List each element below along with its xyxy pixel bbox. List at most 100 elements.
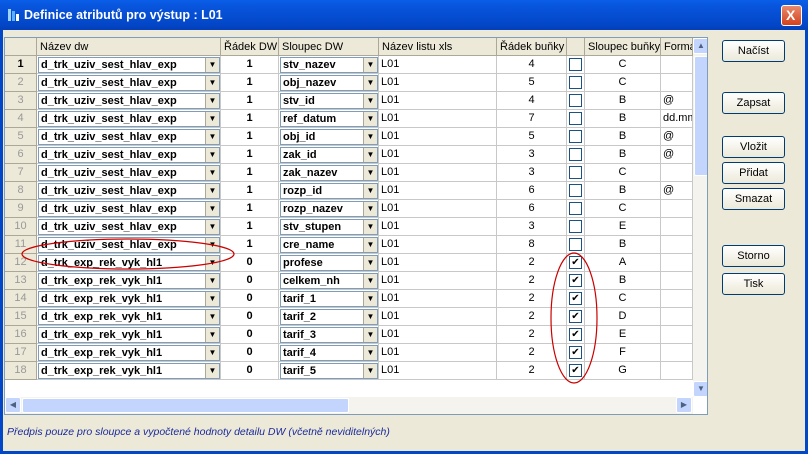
cell-column-cell[interactable]: B [585,92,661,110]
column-dw-combo[interactable]: tarif_3 ▼ [280,327,378,343]
format-cell[interactable] [661,272,693,290]
format-cell[interactable] [661,200,693,218]
row-dw-cell[interactable]: 1 [221,236,279,254]
row-checkbox[interactable] [569,238,582,251]
cell-row-cell[interactable]: 2 [497,362,567,380]
row-checkbox[interactable] [569,202,582,215]
cell-column-cell[interactable]: F [585,344,661,362]
column-dw-combo[interactable]: rozp_nazev ▼ [280,201,378,217]
dw-name-combo[interactable]: d_trk_uziv_sest_hlav_exp ▼ [38,165,220,181]
column-dw-combo[interactable]: tarif_4 ▼ [280,345,378,361]
dropdown-arrow-icon[interactable]: ▼ [363,310,377,324]
sheet-name-cell[interactable]: L01 [379,56,497,74]
row-dw-cell[interactable]: 0 [221,272,279,290]
header-sloupec-bunky[interactable]: Sloupec buňky [585,38,661,56]
dw-name-combo[interactable]: d_trk_uziv_sest_hlav_exp ▼ [38,237,220,253]
dropdown-arrow-icon[interactable]: ▼ [363,328,377,342]
column-dw-combo[interactable]: obj_id ▼ [280,129,378,145]
load-button[interactable]: Načíst [722,40,785,62]
row-dw-cell[interactable]: 0 [221,344,279,362]
format-cell[interactable] [661,308,693,326]
header-check[interactable] [567,38,585,56]
scroll-up-icon[interactable]: ▲ [693,38,707,54]
insert-button[interactable]: Vložit [722,136,785,158]
row-dw-cell[interactable]: 1 [221,200,279,218]
write-button[interactable]: Zapsat [722,92,785,114]
format-cell[interactable] [661,362,693,380]
sheet-name-cell[interactable]: L01 [379,110,497,128]
sheet-name-cell[interactable]: L01 [379,272,497,290]
format-cell[interactable] [661,164,693,182]
close-button[interactable]: X [781,5,802,26]
cell-row-cell[interactable]: 3 [497,146,567,164]
row-number[interactable]: 17 [5,344,37,362]
sheet-name-cell[interactable]: L01 [379,236,497,254]
format-cell[interactable]: dd.mm [661,110,693,128]
header-sloupec-dw[interactable]: Sloupec DW [279,38,379,56]
row-checkbox[interactable]: ✔ [569,328,582,341]
row-number[interactable]: 15 [5,308,37,326]
dropdown-arrow-icon[interactable]: ▼ [205,76,219,90]
column-dw-combo[interactable]: zak_nazev ▼ [280,165,378,181]
dropdown-arrow-icon[interactable]: ▼ [363,256,377,270]
dropdown-arrow-icon[interactable]: ▼ [363,94,377,108]
dropdown-arrow-icon[interactable]: ▼ [363,184,377,198]
dropdown-arrow-icon[interactable]: ▼ [205,256,219,270]
dw-name-combo[interactable]: d_trk_uziv_sest_hlav_exp ▼ [38,183,220,199]
row-dw-cell[interactable]: 0 [221,362,279,380]
dropdown-arrow-icon[interactable]: ▼ [363,202,377,216]
dropdown-arrow-icon[interactable]: ▼ [363,274,377,288]
row-dw-cell[interactable]: 1 [221,92,279,110]
row-number[interactable]: 11 [5,236,37,254]
row-checkbox[interactable] [569,220,582,233]
row-dw-cell[interactable]: 1 [221,182,279,200]
horizontal-scroll-thumb[interactable] [22,398,349,413]
delete-button[interactable]: Smazat [722,188,785,210]
dropdown-arrow-icon[interactable]: ▼ [363,346,377,360]
column-dw-combo[interactable]: tarif_2 ▼ [280,309,378,325]
cell-row-cell[interactable]: 2 [497,344,567,362]
column-dw-combo[interactable]: stv_stupen ▼ [280,219,378,235]
row-checkbox[interactable] [569,112,582,125]
dropdown-arrow-icon[interactable]: ▼ [205,274,219,288]
dw-name-combo[interactable]: d_trk_exp_rek_vyk_hl1 ▼ [38,363,220,379]
column-dw-combo[interactable]: rozp_id ▼ [280,183,378,199]
cell-row-cell[interactable]: 5 [497,128,567,146]
cell-column-cell[interactable]: C [585,290,661,308]
cell-row-cell[interactable]: 5 [497,74,567,92]
cell-row-cell[interactable]: 6 [497,182,567,200]
dw-name-combo[interactable]: d_trk_exp_rek_vyk_hl1 ▼ [38,291,220,307]
header-nazev-dw[interactable]: Název dw [37,38,221,56]
dw-name-combo[interactable]: d_trk_exp_rek_vyk_hl1 ▼ [38,309,220,325]
sheet-name-cell[interactable]: L01 [379,128,497,146]
dw-name-combo[interactable]: d_trk_uziv_sest_hlav_exp ▼ [38,75,220,91]
cell-row-cell[interactable]: 4 [497,56,567,74]
format-cell[interactable] [661,74,693,92]
dropdown-arrow-icon[interactable]: ▼ [363,130,377,144]
column-dw-combo[interactable]: profese ▼ [280,255,378,271]
cell-row-cell[interactable]: 3 [497,218,567,236]
sheet-name-cell[interactable]: L01 [379,182,497,200]
row-number[interactable]: 5 [5,128,37,146]
cell-column-cell[interactable]: A [585,254,661,272]
row-number[interactable]: 4 [5,110,37,128]
cancel-button[interactable]: Storno [722,245,785,267]
scroll-left-icon[interactable]: ◀ [5,397,21,413]
column-dw-combo[interactable]: stv_nazev ▼ [280,57,378,73]
row-dw-cell[interactable]: 1 [221,56,279,74]
row-checkbox[interactable] [569,166,582,179]
cell-row-cell[interactable]: 2 [497,326,567,344]
cell-column-cell[interactable]: G [585,362,661,380]
row-checkbox[interactable]: ✔ [569,256,582,269]
row-number[interactable]: 1 [5,56,37,74]
format-cell[interactable]: @ [661,146,693,164]
row-dw-cell[interactable]: 1 [221,218,279,236]
cell-row-cell[interactable]: 2 [497,290,567,308]
cell-column-cell[interactable]: B [585,236,661,254]
format-cell[interactable] [661,344,693,362]
dropdown-arrow-icon[interactable]: ▼ [363,238,377,252]
dropdown-arrow-icon[interactable]: ▼ [205,184,219,198]
row-number[interactable]: 6 [5,146,37,164]
cell-row-cell[interactable]: 4 [497,92,567,110]
dropdown-arrow-icon[interactable]: ▼ [363,58,377,72]
